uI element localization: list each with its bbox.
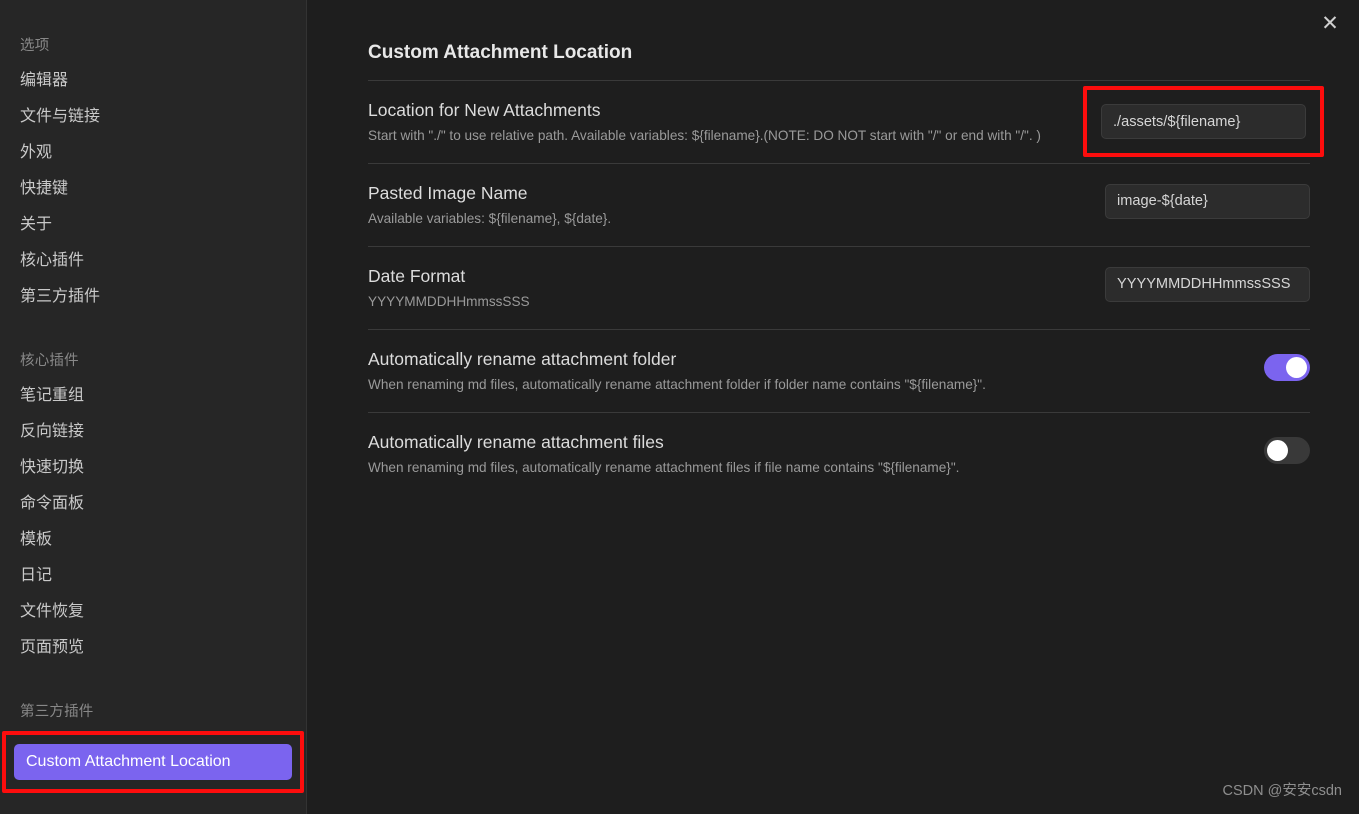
setting-control [1105,264,1310,302]
settings-modal: 选项 编辑器 文件与链接 外观 快捷键 关于 核心插件 第三方插件 核心插件 笔… [0,0,1359,814]
auto-rename-attachment-files-toggle[interactable] [1264,436,1310,464]
sidebar-group-header-core-plugins: 核心插件 [20,353,79,369]
settings-sidebar: 选项 编辑器 文件与链接 外观 快捷键 关于 核心插件 第三方插件 核心插件 笔… [0,0,307,814]
setting-control [1264,347,1310,385]
setting-description: When renaming md files, automatically re… [368,460,960,475]
sidebar-item-page-preview[interactable]: 页面预览 [0,630,306,666]
sidebar-item-backlinks[interactable]: 反向链接 [0,414,306,450]
setting-label: Automatically rename attachment folder [368,349,677,369]
sidebar-item-editor[interactable]: 编辑器 [0,63,306,99]
pasted-image-name-input[interactable] [1105,183,1310,219]
date-format-input[interactable] [1105,266,1310,302]
sidebar-item-hotkeys[interactable]: 快捷键 [0,171,306,207]
setting-row-date-format: Date Format YYYYMMDDHHmmssSSS [368,247,1310,330]
sidebar-item-daily-notes[interactable]: 日记 [0,558,306,594]
setting-control [1105,181,1310,219]
page-title: Custom Attachment Location [368,42,1310,81]
setting-row-auto-rename-attachment-files: Automatically rename attachment files Wh… [368,413,1310,495]
location-for-new-attachments-input[interactable] [1101,104,1306,139]
sidebar-item-appearance[interactable]: 外观 [0,135,306,171]
sidebar-item-about[interactable]: 关于 [0,207,306,243]
setting-label: Date Format [368,266,466,286]
setting-description: YYYYMMDDHHmmssSSS [368,294,530,309]
setting-label: Pasted Image Name [368,183,528,203]
toggle-knob [1286,356,1307,378]
auto-rename-attachment-folder-toggle[interactable] [1264,353,1310,381]
sidebar-item-community-plugins[interactable]: 第三方插件 [0,279,306,315]
sidebar-group-header-third-party-plugins: 第三方插件 [20,704,94,720]
sidebar-group-header-options: 选项 [20,38,50,54]
sidebar-item-command-palette[interactable]: 命令面板 [0,486,306,522]
setting-description: Start with "./" to use relative path. Av… [368,128,1041,143]
setting-row-pasted-image-name: Pasted Image Name Available variables: $… [368,164,1310,247]
setting-row-location-for-new-attachments: Location for New Attachments Start with … [368,81,1324,164]
annotation-box-location-input [1083,86,1324,157]
setting-label: Location for New Attachments [368,100,601,120]
annotation-box-sidebar-item: Custom Attachment Location [2,731,304,793]
setting-control [1264,430,1310,468]
setting-info: Location for New Attachments Start with … [368,98,1073,146]
sidebar-item-templates[interactable]: 模板 [0,522,306,558]
setting-description: Available variables: ${filename}, ${date… [368,211,612,226]
sidebar-item-files-and-links[interactable]: 文件与链接 [0,99,306,135]
setting-control [1083,86,1324,157]
setting-info: Pasted Image Name Available variables: $… [368,181,1081,229]
setting-description: When renaming md files, automatically re… [368,377,986,392]
sidebar-item-note-composer[interactable]: 笔记重组 [0,378,306,414]
setting-info: Automatically rename attachment files Wh… [368,430,1240,478]
close-icon[interactable]: ✕ [1311,4,1349,42]
setting-info: Date Format YYYYMMDDHHmmssSSS [368,264,1081,312]
watermark: CSDN @安安csdn [1222,783,1342,799]
sidebar-item-file-recovery[interactable]: 文件恢复 [0,594,306,630]
sidebar-item-custom-attachment-location[interactable]: Custom Attachment Location [14,744,292,780]
sidebar-item-core-plugins[interactable]: 核心插件 [0,243,306,279]
settings-content: ✕ Custom Attachment Location Location fo… [307,0,1359,814]
setting-info: Automatically rename attachment folder W… [368,347,1240,395]
toggle-knob [1267,439,1288,461]
setting-label: Automatically rename attachment files [368,432,664,452]
sidebar-item-quick-switcher[interactable]: 快速切换 [0,450,306,486]
setting-row-auto-rename-attachment-folder: Automatically rename attachment folder W… [368,330,1310,413]
